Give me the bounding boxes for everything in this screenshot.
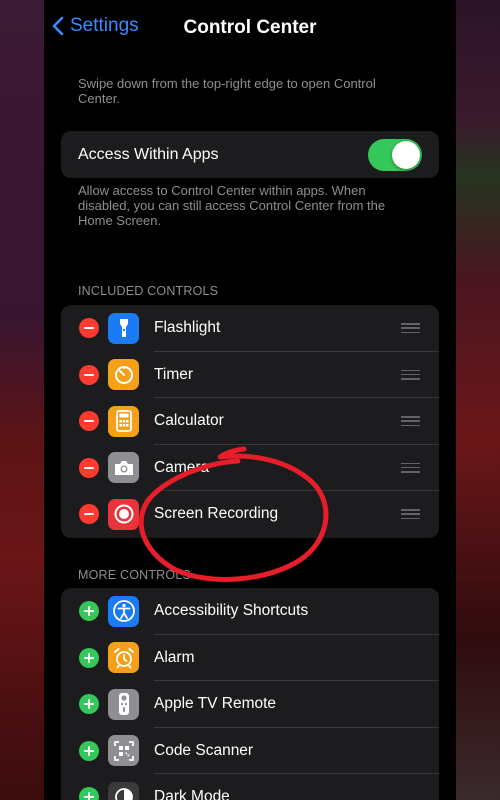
row-label: Apple TV Remote: [154, 695, 277, 713]
more-row-dark-mode[interactable]: Dark Mode: [61, 774, 439, 800]
remove-button[interactable]: [79, 504, 99, 525]
more-row-alarm[interactable]: Alarm: [61, 635, 439, 681]
add-button[interactable]: [79, 601, 99, 622]
row-label: Camera: [154, 458, 210, 476]
remote-icon: [108, 688, 139, 720]
toggle-knob: [392, 140, 420, 169]
included-row-timer[interactable]: Timer: [61, 352, 439, 398]
access-within-apps-label: Access Within Apps: [78, 145, 219, 163]
remove-button[interactable]: [79, 364, 99, 385]
accessibility-icon: [108, 595, 139, 627]
add-button[interactable]: [79, 740, 99, 761]
reorder-handle[interactable]: [401, 462, 420, 473]
dark-mode-icon: [108, 781, 139, 800]
access-within-apps-row: Access Within Apps: [61, 131, 439, 178]
reorder-handle[interactable]: [401, 369, 420, 380]
more-controls-header: MORE CONTROLS: [78, 568, 192, 582]
alarm-icon: [108, 642, 139, 674]
included-controls-list: Flashlight Timer Calculator Camera Scree…: [61, 305, 439, 538]
more-controls-list: Accessibility Shortcuts Alarm Apple TV R…: [61, 588, 439, 800]
calculator-icon: [108, 405, 139, 437]
timer-icon: [108, 359, 139, 391]
included-row-screen-recording[interactable]: Screen Recording: [61, 491, 439, 538]
row-label: Code Scanner: [154, 741, 254, 759]
add-button[interactable]: [79, 787, 99, 800]
navigation-bar: Settings Control Center: [44, 0, 456, 58]
page-title: Control Center: [183, 17, 317, 38]
remove-button[interactable]: [79, 457, 99, 478]
phone-screen: Settings Control Center Swipe down from …: [44, 0, 456, 800]
more-row-apple-tv-remote[interactable]: Apple TV Remote: [61, 681, 439, 728]
row-label: Screen Recording: [154, 505, 279, 523]
add-button[interactable]: [79, 694, 99, 715]
row-label: Dark Mode: [154, 788, 230, 800]
row-label: Alarm: [154, 648, 195, 666]
camera-icon: [108, 452, 139, 484]
remove-button[interactable]: [79, 318, 99, 339]
more-row-accessibility-shortcuts[interactable]: Accessibility Shortcuts: [61, 588, 439, 635]
flashlight-icon: [108, 312, 139, 344]
included-row-camera[interactable]: Camera: [61, 445, 439, 491]
row-label: Accessibility Shortcuts: [154, 602, 309, 620]
row-label: Timer: [154, 365, 194, 383]
screen-recording-icon: [108, 498, 139, 530]
access-within-apps-toggle[interactable]: [368, 138, 422, 171]
row-label: Calculator: [154, 412, 224, 430]
qr-code-icon: [108, 735, 139, 767]
included-row-flashlight[interactable]: Flashlight: [61, 305, 439, 352]
background-left: [0, 0, 44, 800]
access-group: Access Within Apps: [61, 131, 439, 178]
reorder-handle[interactable]: [401, 509, 420, 520]
reorder-handle[interactable]: [401, 323, 420, 334]
background-right: [456, 0, 500, 800]
add-button[interactable]: [79, 647, 99, 668]
intro-footnote: Swipe down from the top-right edge to op…: [78, 76, 376, 106]
access-footnote: Allow access to Control Center within ap…: [78, 183, 386, 228]
included-row-calculator[interactable]: Calculator: [61, 398, 439, 445]
included-controls-header: INCLUDED CONTROLS: [78, 284, 219, 298]
more-row-code-scanner[interactable]: Code Scanner: [61, 728, 439, 774]
remove-button[interactable]: [79, 411, 99, 432]
row-label: Flashlight: [154, 319, 221, 337]
reorder-handle[interactable]: [401, 416, 420, 427]
